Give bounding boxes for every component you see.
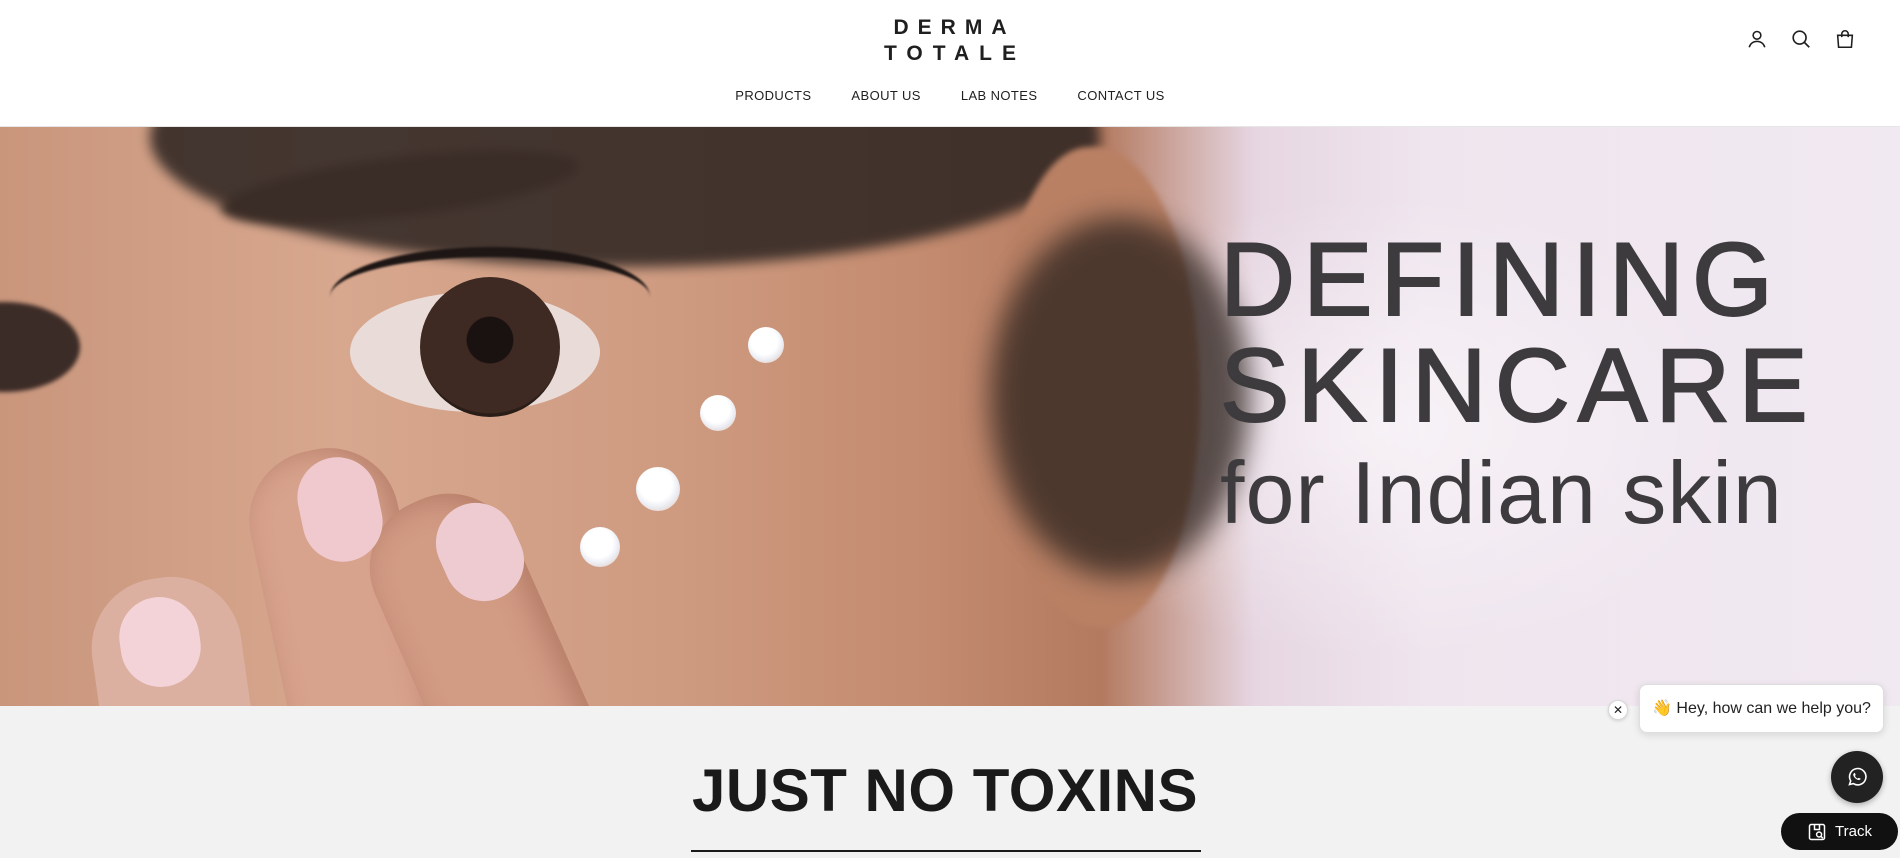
- hero-line-defining: DEFINING: [1219, 222, 1781, 338]
- header-actions: [1746, 28, 1856, 50]
- hero-headline: DEFINING SKINCARE for Indian skin: [1219, 222, 1820, 542]
- hero-left-eye-shape: [0, 302, 80, 392]
- cream-dot: [748, 327, 784, 363]
- nav-products[interactable]: PRODUCTS: [735, 88, 811, 103]
- no-toxins-section: JUST NO TOXINS: [0, 706, 1900, 858]
- hero-hair-bun-shape: [990, 217, 1250, 577]
- brand-logo[interactable]: DERMA TOTALE: [0, 15, 1900, 67]
- cream-dot: [636, 467, 680, 511]
- whatsapp-chat-button[interactable]: [1831, 751, 1883, 803]
- section-divider: [691, 850, 1201, 852]
- logo-line-2: TOTALE: [883, 42, 1027, 65]
- site-header: DERMA TOTALE PRODUCTS ABOUT US LAB NOTES…: [0, 0, 1900, 127]
- track-order-button[interactable]: Track: [1781, 813, 1898, 850]
- search-icon[interactable]: [1790, 28, 1812, 50]
- chat-greeting-bubble[interactable]: 👋 Hey, how can we help you?: [1639, 684, 1884, 733]
- hero-line-indian-skin: for Indian skin: [1220, 443, 1783, 542]
- cream-dot: [700, 395, 736, 431]
- account-icon[interactable]: [1746, 28, 1768, 50]
- chat-close-button[interactable]: ✕: [1608, 700, 1628, 720]
- nav-about-us[interactable]: ABOUT US: [851, 88, 920, 103]
- logo-line-1: DERMA: [893, 16, 1016, 39]
- section-title: JUST NO TOXINS: [692, 757, 1198, 824]
- track-package-icon: [1808, 823, 1826, 840]
- track-label: Track: [1835, 823, 1872, 840]
- hero-lash-shape: [330, 247, 650, 347]
- cream-dot: [580, 527, 620, 567]
- shopping-bag-icon[interactable]: [1834, 28, 1856, 50]
- main-nav: PRODUCTS ABOUT US LAB NOTES CONTACT US: [0, 88, 1900, 103]
- nav-contact-us[interactable]: CONTACT US: [1077, 88, 1164, 103]
- hero-line-skincare: SKINCARE: [1219, 328, 1816, 444]
- whatsapp-icon: [1848, 767, 1867, 786]
- hero-banner[interactable]: DEFINING SKINCARE for Indian skin: [0, 127, 1900, 706]
- nav-lab-notes[interactable]: LAB NOTES: [961, 88, 1038, 103]
